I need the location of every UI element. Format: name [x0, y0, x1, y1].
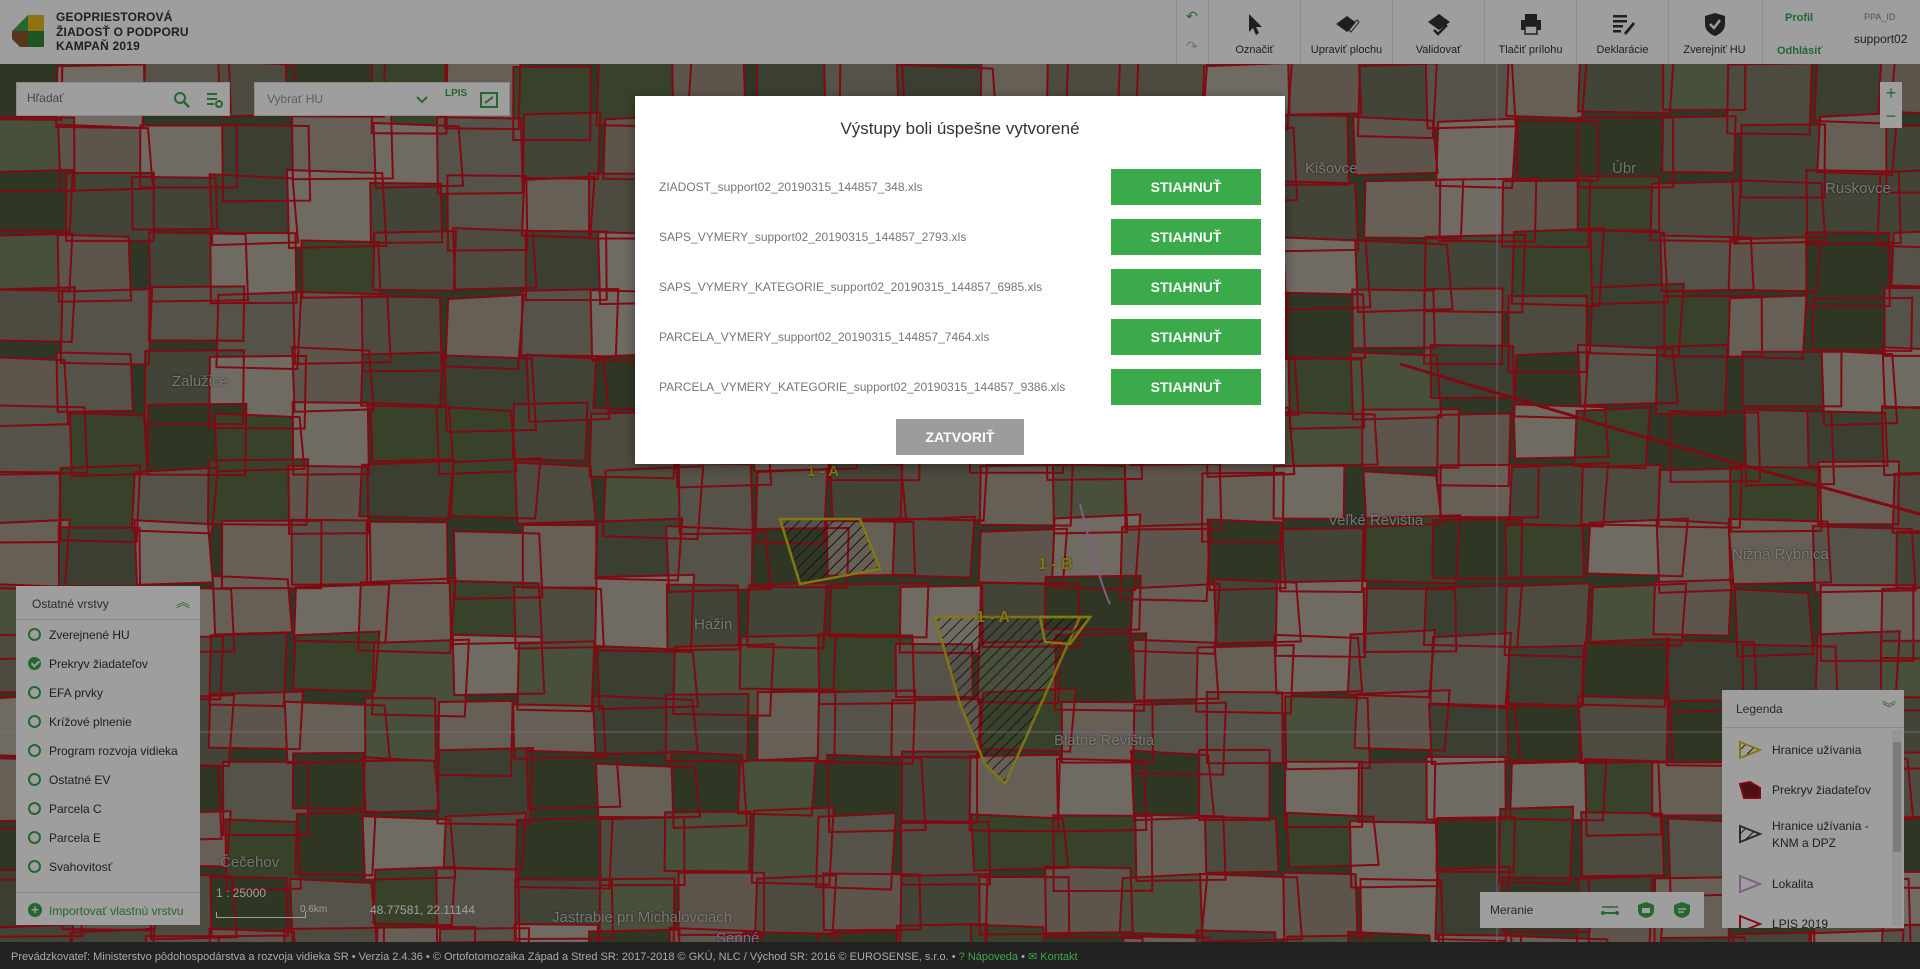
download-button[interactable]: STIAHNUŤ — [1111, 369, 1261, 405]
output-file-name: ZIADOST_support02_20190315_144857_348.xl… — [659, 180, 923, 194]
mail-icon: ✉ — [1027, 951, 1038, 963]
download-button[interactable]: STIAHNUŤ — [1111, 269, 1261, 305]
app-footer: Prevádzkovateľ: Ministerstvo pôdohospodá… — [0, 942, 1920, 969]
outputs-dialog: Výstupy boli úspešne vytvorené ZIADOST_s… — [635, 96, 1285, 464]
download-button[interactable]: STIAHNUŤ — [1111, 219, 1261, 255]
help-link[interactable]: Nápoveda — [968, 951, 1018, 963]
contact-link[interactable]: Kontakt — [1040, 951, 1077, 963]
close-button[interactable]: ZATVORIŤ — [896, 419, 1024, 455]
download-button[interactable]: STIAHNUŤ — [1111, 319, 1261, 355]
footer-copyright: © Ortofotomozaika Západ a Stred SR: 2017… — [432, 951, 949, 963]
output-file-name: PARCELA_VYMERY_support02_20190315_144857… — [659, 330, 990, 344]
footer-operator: Prevádzkovateľ: Ministerstvo pôdohospodá… — [11, 951, 349, 963]
output-file-name: SAPS_VYMERY_KATEGORIE_support02_20190315… — [659, 280, 1043, 294]
output-file-name: SAPS_VYMERY_support02_20190315_144857_27… — [659, 230, 967, 244]
download-button[interactable]: STIAHNUŤ — [1111, 169, 1261, 205]
footer-version: Verzia 2.4.36 — [358, 951, 423, 963]
footer-text: Prevádzkovateľ: Ministerstvo pôdohospodá… — [11, 951, 1078, 963]
output-file-row: ZIADOST_support02_20190315_144857_348.xl… — [659, 169, 1261, 205]
output-file-row: PARCELA_VYMERY_support02_20190315_144857… — [659, 319, 1261, 355]
output-file-row: SAPS_VYMERY_KATEGORIE_support02_20190315… — [659, 269, 1261, 305]
help-icon: ? — [958, 951, 965, 963]
output-file-row: SAPS_VYMERY_support02_20190315_144857_27… — [659, 219, 1261, 255]
output-file-name: PARCELA_VYMERY_KATEGORIE_support02_20190… — [659, 380, 1066, 394]
output-file-row: PARCELA_VYMERY_KATEGORIE_support02_20190… — [659, 369, 1261, 405]
dialog-title: Výstupy boli úspešne vytvorené — [840, 119, 1080, 138]
